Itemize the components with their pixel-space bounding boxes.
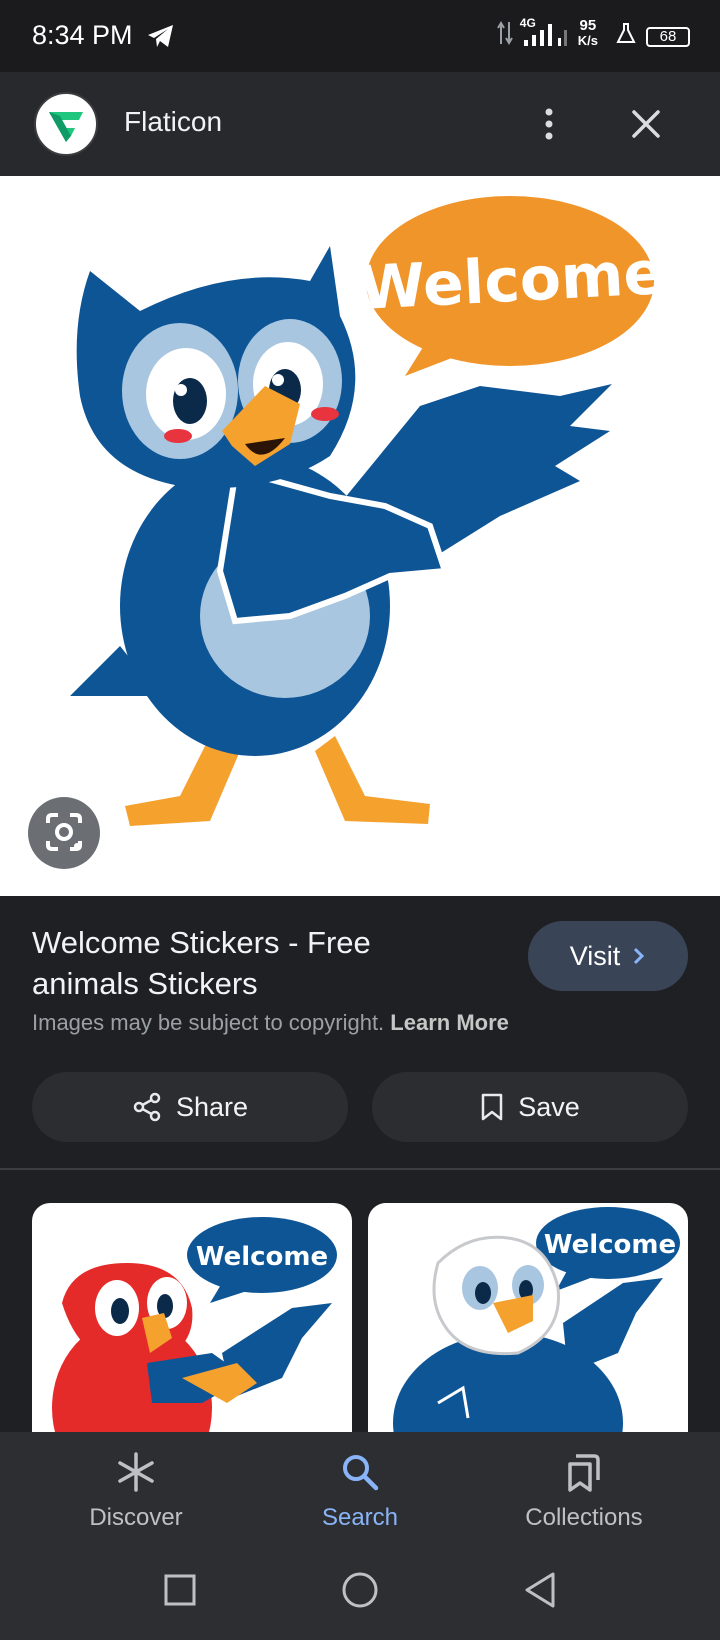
recents-icon[interactable]: [163, 1573, 197, 1607]
status-time: 8:34 PM: [32, 20, 133, 50]
copyright-notice: Images may be subject to copyright. Lear…: [32, 1010, 509, 1036]
flask-icon: [616, 23, 636, 43]
result-info: Welcome Stickers - Free animals Stickers…: [0, 896, 720, 1170]
nav-label: Search: [321, 1504, 399, 1531]
related-bubble-text: Welcome: [196, 1242, 328, 1272]
parrot-illustration: Welcome: [52, 1217, 337, 1443]
flaticon-logo[interactable]: [34, 92, 98, 156]
signal-icon: [523, 24, 567, 46]
related-image-eagle[interactable]: Welcome: [368, 1203, 688, 1443]
copyright-text: Images may be subject to copyright.: [32, 1010, 385, 1035]
more-vert-icon[interactable]: [534, 104, 564, 144]
lens-button[interactable]: [28, 797, 100, 869]
status-icons: 4G 95 K/s: [496, 16, 636, 48]
nav-collections[interactable]: Collections: [484, 1432, 684, 1552]
share-button[interactable]: Share: [32, 1072, 348, 1142]
related-bubble-text: Welcome: [544, 1230, 676, 1260]
learn-more-link[interactable]: Learn More: [390, 1010, 509, 1035]
nav-label: Discover: [89, 1504, 183, 1531]
bottom-nav: Discover Search Collections: [0, 1432, 720, 1552]
visit-button[interactable]: Visit: [528, 921, 688, 991]
home-icon[interactable]: [341, 1571, 379, 1609]
app-header: Flaticon: [0, 72, 720, 176]
telegram-icon: [148, 25, 173, 47]
search-icon: [343, 1455, 379, 1491]
back-icon[interactable]: [523, 1571, 557, 1609]
system-nav: [0, 1552, 720, 1640]
visit-label: Visit: [569, 940, 621, 971]
main-image[interactable]: Welcome: [0, 176, 720, 896]
site-name: Flaticon: [124, 106, 223, 137]
speed-value: 95: [579, 17, 597, 34]
asterisk-icon: [118, 1452, 154, 1492]
data-arrows-icon: [496, 21, 513, 45]
close-icon[interactable]: [626, 104, 666, 144]
collections-icon: [568, 1454, 600, 1492]
battery-icon: 68: [646, 27, 690, 47]
nav-search[interactable]: Search: [260, 1432, 460, 1552]
speed-unit: K/s: [577, 33, 598, 48]
status-bar: 8:34 PM 4G 95 K/s 68: [0, 0, 720, 72]
lens-icon: [46, 813, 82, 851]
related-image-parrot[interactable]: Welcome: [32, 1203, 352, 1443]
bookmark-icon: [481, 1093, 503, 1121]
result-title[interactable]: Welcome Stickers - Free animals Stickers: [32, 922, 482, 1004]
share-icon: [133, 1092, 161, 1122]
divider: [0, 1168, 720, 1170]
eagle-illustration: Welcome: [393, 1207, 680, 1443]
share-label: Share: [175, 1091, 249, 1122]
nav-label: Collections: [525, 1504, 643, 1531]
save-button[interactable]: Save: [372, 1072, 688, 1142]
chevron-right-icon: [634, 947, 645, 965]
owl-illustration: Welcome: [70, 196, 666, 826]
save-label: Save: [518, 1091, 580, 1122]
nav-discover[interactable]: Discover: [36, 1432, 236, 1552]
